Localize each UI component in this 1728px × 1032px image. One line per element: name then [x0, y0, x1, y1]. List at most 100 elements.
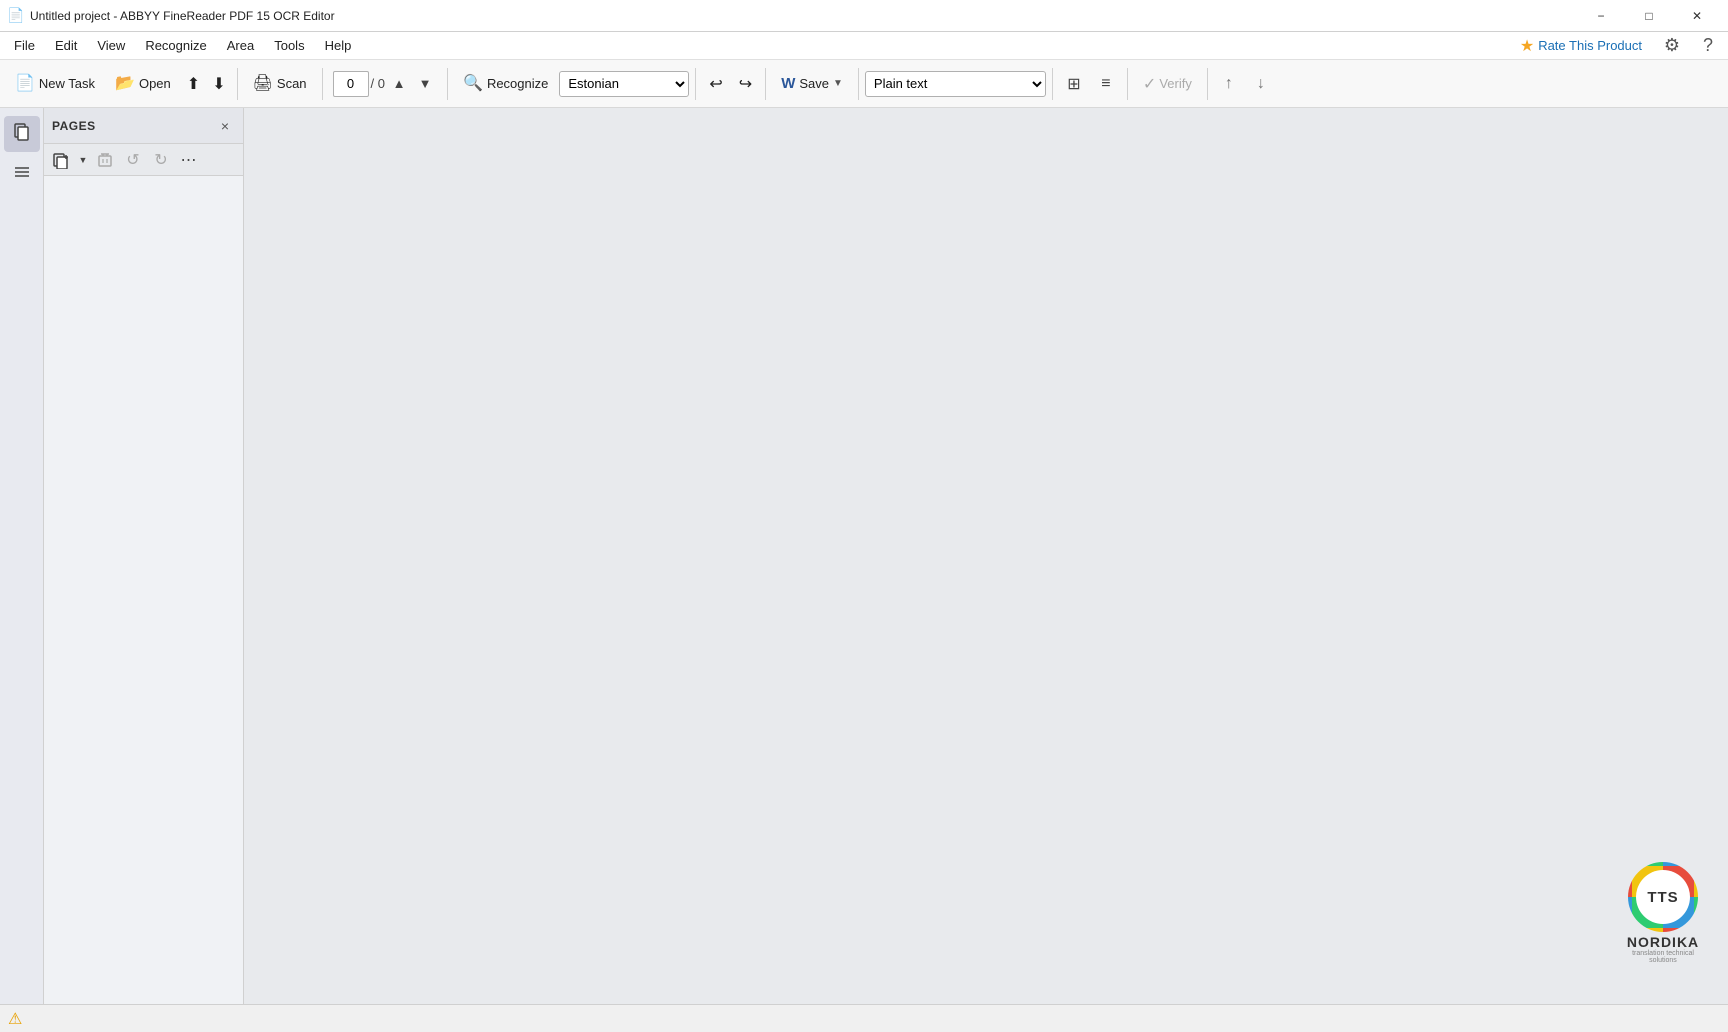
- upload-button[interactable]: ⬆: [182, 66, 205, 102]
- menu-area[interactable]: Area: [217, 34, 264, 57]
- nordika-logo: TTS NORDIKA translation technical soluti…: [1618, 862, 1708, 964]
- app-icon: 📄: [8, 8, 24, 24]
- toolbar-sep-1: [237, 68, 238, 100]
- page-separator: / 0: [371, 76, 385, 91]
- toolbar-sep-4: [695, 68, 696, 100]
- grid-view-button[interactable]: ⊞: [1059, 69, 1089, 99]
- upload-icon: ⬆: [187, 74, 200, 94]
- page-down-button[interactable]: ▼: [413, 71, 437, 97]
- verify-button[interactable]: ✓ Verify: [1134, 66, 1201, 102]
- pages-panel-close-button[interactable]: ×: [215, 116, 235, 136]
- pages-panel-title: PAGES: [52, 119, 96, 133]
- undo-button[interactable]: ↩: [702, 66, 729, 102]
- maximize-button[interactable]: □: [1626, 0, 1672, 32]
- window-controls: − □ ✕: [1578, 0, 1720, 32]
- grid-icon: ⊞: [1067, 74, 1080, 94]
- toolbar-sep-8: [1127, 68, 1128, 100]
- menu-tools[interactable]: Tools: [264, 34, 314, 57]
- verify-label: Verify: [1159, 76, 1192, 91]
- sidebar-icons: [0, 108, 44, 1004]
- main-canvas: TTS NORDIKA translation technical soluti…: [244, 108, 1728, 1004]
- save-dropdown-icon: ▼: [833, 78, 843, 89]
- transform-up-icon: ↑: [1225, 75, 1233, 93]
- menu-edit[interactable]: Edit: [45, 34, 87, 57]
- pages-scan-add-button[interactable]: [48, 148, 74, 172]
- status-warning-icon: ⚠: [8, 1009, 22, 1029]
- toolbar-right-menu: ★ Rate This Product ⚙ ?: [1510, 30, 1724, 62]
- word-icon: W: [781, 76, 795, 91]
- pages-delete-button[interactable]: [92, 148, 118, 172]
- toolbar-sep-9: [1207, 68, 1208, 100]
- menu-recognize[interactable]: Recognize: [135, 34, 216, 57]
- undo-redo-group: ↩ ↪: [702, 66, 759, 102]
- menu-help[interactable]: Help: [315, 34, 362, 57]
- pages-dropdown-arrow-button[interactable]: ▼: [76, 148, 90, 172]
- pages-undo-button[interactable]: ↺: [120, 148, 146, 172]
- rate-product-label: Rate This Product: [1538, 38, 1642, 53]
- new-task-button[interactable]: 📄 New Task: [6, 66, 104, 102]
- new-task-icon: 📄: [15, 76, 35, 92]
- save-button[interactable]: W Save ▼: [772, 66, 852, 102]
- statusbar: ⚠: [0, 1004, 1728, 1032]
- nordika-brand: NORDIKA: [1627, 934, 1699, 950]
- new-task-label: New Task: [39, 76, 95, 91]
- app-title: Untitled project - ABBYY FineReader PDF …: [30, 9, 335, 23]
- menubar: File Edit View Recognize Area Tools Help…: [0, 32, 1728, 60]
- titlebar: 📄 Untitled project - ABBYY FineReader PD…: [0, 0, 1728, 32]
- language-select[interactable]: Estonian English Finnish German French: [559, 71, 689, 97]
- pages-panel: PAGES × ▼: [44, 108, 244, 1004]
- list-view-button[interactable]: ≡: [1091, 69, 1121, 99]
- toolbar-sep-6: [858, 68, 859, 100]
- close-button[interactable]: ✕: [1674, 0, 1720, 32]
- menu-view[interactable]: View: [87, 34, 135, 57]
- open-button[interactable]: 📂 Open: [106, 66, 180, 102]
- scan-add-icon: [52, 151, 70, 169]
- redo-icon: ↪: [739, 74, 752, 94]
- layers-icon: [12, 162, 32, 187]
- pages-more-button[interactable]: ⋯: [176, 148, 202, 172]
- scan-label: Scan: [277, 76, 307, 91]
- transform-down-button[interactable]: ↓: [1246, 69, 1276, 99]
- save-label: Save: [799, 76, 829, 91]
- rate-star-icon: ★: [1520, 36, 1534, 56]
- download-icon: ⬇: [212, 74, 225, 94]
- undo-icon: ↩: [709, 74, 722, 94]
- redo-button[interactable]: ↪: [732, 66, 759, 102]
- recognize-button[interactable]: 🔍 Recognize: [454, 66, 557, 102]
- toolbar-sep-2: [322, 68, 323, 100]
- download-button[interactable]: ⬇: [207, 66, 230, 102]
- pages-panel-toolbar: ▼ ↺ ↻ ⋯: [44, 144, 243, 176]
- main-area: PAGES × ▼: [0, 108, 1728, 1004]
- format-select[interactable]: Plain text Microsoft Word Document PDF H…: [865, 71, 1046, 97]
- page-number-input[interactable]: [333, 71, 369, 97]
- transform-down-icon: ↓: [1257, 75, 1265, 93]
- toolbar-sep-3: [447, 68, 448, 100]
- sidebar-pages-button[interactable]: [4, 116, 40, 152]
- pages-redo-button[interactable]: ↻: [148, 148, 174, 172]
- help-button[interactable]: ?: [1692, 30, 1724, 62]
- nordika-inner-text: TTS: [1636, 870, 1690, 924]
- open-icon: 📂: [115, 76, 135, 92]
- transform-up-button[interactable]: ↑: [1214, 69, 1244, 99]
- verify-icon: ✓: [1143, 74, 1156, 94]
- open-label: Open: [139, 76, 171, 91]
- settings-button[interactable]: ⚙: [1656, 30, 1688, 62]
- list-icon: ≡: [1101, 75, 1110, 93]
- menu-file[interactable]: File: [4, 34, 45, 57]
- rate-product-button[interactable]: ★ Rate This Product: [1510, 32, 1652, 60]
- pages-panel-header: PAGES ×: [44, 108, 243, 144]
- titlebar-left: 📄 Untitled project - ABBYY FineReader PD…: [8, 8, 335, 24]
- minimize-button[interactable]: −: [1578, 0, 1624, 32]
- toolbar-sep-5: [765, 68, 766, 100]
- toolbar-sep-7: [1052, 68, 1053, 100]
- pages-icon: [12, 122, 32, 147]
- sidebar-layers-button[interactable]: [4, 156, 40, 192]
- nordika-subtext: translation technical solutions: [1618, 950, 1708, 964]
- recognize-label: Recognize: [487, 76, 548, 91]
- page-up-button[interactable]: ▲: [387, 71, 411, 97]
- scan-button[interactable]: 🖨 Scan: [244, 66, 316, 102]
- nordika-circle: TTS: [1628, 862, 1698, 932]
- scan-icon: 🖨: [253, 76, 273, 92]
- main-toolbar: 📄 New Task 📂 Open ⬆ ⬇ 🖨 Scan / 0 ▲ ▼ 🔍 R…: [0, 60, 1728, 108]
- recognize-icon: 🔍: [463, 76, 483, 92]
